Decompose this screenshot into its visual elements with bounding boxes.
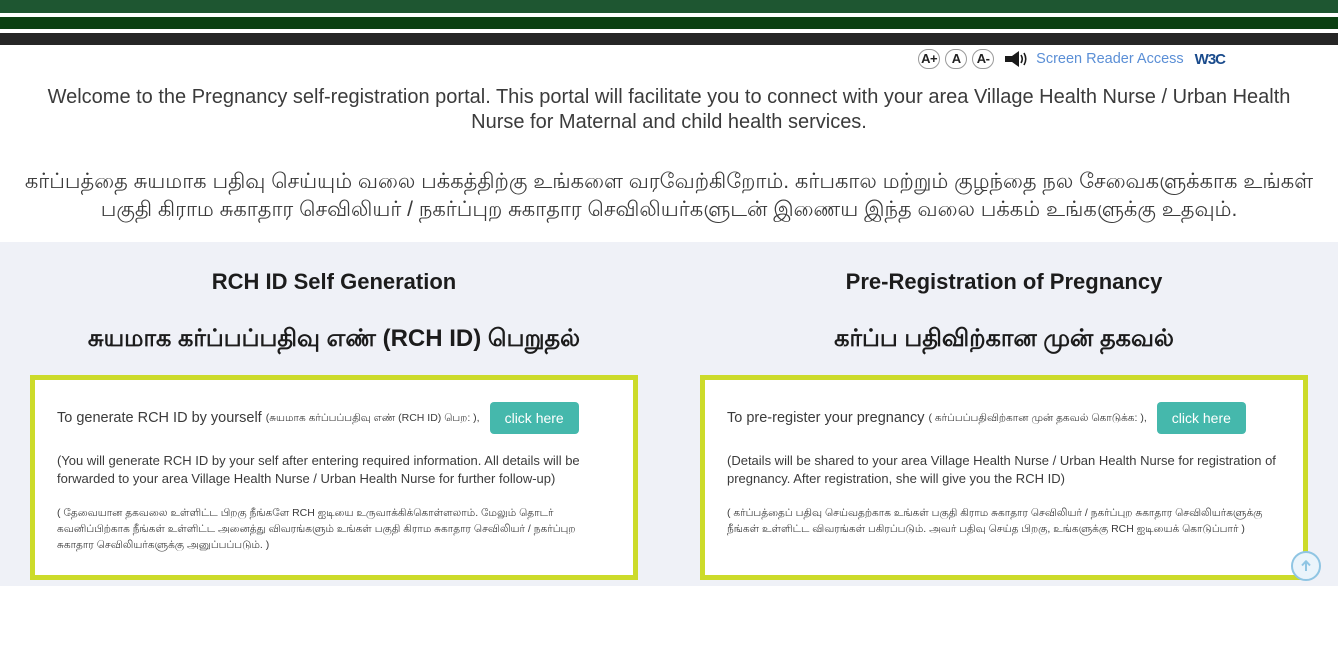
- card-title-english: Pre-Registration of Pregnancy: [845, 269, 1163, 294]
- card-lead-tamil: (சுயமாக கர்ப்பப்பதிவு எண் (RCH ID) பெற: …: [265, 412, 480, 424]
- card-note-english: (Details will be shared to your area Vil…: [727, 453, 1276, 486]
- w3c-logo-text: W3C: [1194, 50, 1226, 68]
- accessibility-bar: A+ A A- Screen Reader Access W3C: [0, 45, 1338, 73]
- cards-row: RCH ID Self Generation சுயமாக கர்ப்பப்பத…: [0, 268, 1338, 580]
- increase-font-button[interactable]: A+: [918, 49, 941, 69]
- card-lead-row: To generate RCH ID by yourself (சுயமாக க…: [57, 402, 613, 434]
- card-body: To generate RCH ID by yourself (சுயமாக க…: [30, 375, 638, 580]
- card-body: To pre-register your pregnancy ( கர்ப்பப…: [700, 375, 1308, 580]
- band-green-dark: [0, 17, 1338, 29]
- card-title-tamil: கர்ப்ப பதிவிற்கான முன் தகவல்: [834, 325, 1174, 352]
- decrease-font-button[interactable]: A-: [972, 49, 995, 69]
- welcome-text-english: Welcome to the Pregnancy self-registrati…: [47, 86, 1291, 133]
- top-decorative-bands: [0, 0, 1338, 45]
- scroll-to-top-button[interactable]: [1291, 551, 1321, 581]
- card-lead-english: To pre-register your pregnancy: [727, 410, 925, 426]
- arrow-up-icon: [1298, 558, 1314, 574]
- cards-section: RCH ID Self Generation சுயமாக கர்ப்பப்பத…: [0, 242, 1338, 586]
- card-lead-tamil: ( கர்ப்பப்பதிவிற்கான முன் தகவல் கொடுக்க:…: [928, 412, 1147, 424]
- card-title-tamil: சுயமாக கர்ப்பப்பதிவு எண் (RCH ID) பெறுதல…: [87, 325, 581, 352]
- click-here-button-self-generation[interactable]: click here: [489, 402, 579, 434]
- card-lead-english: To generate RCH ID by yourself: [57, 410, 262, 426]
- speaker-icon: [1005, 51, 1031, 67]
- card-title-english: RCH ID Self Generation: [211, 269, 457, 294]
- click-here-button-pre-registration[interactable]: click here: [1156, 402, 1246, 434]
- normal-font-button[interactable]: A: [945, 49, 968, 69]
- band-dark: [0, 33, 1338, 45]
- band-green-light: [0, 0, 1338, 13]
- screen-reader-access-link[interactable]: Screen Reader Access: [1036, 51, 1184, 67]
- card-note-english: (You will generate RCH ID by your self a…: [57, 453, 580, 486]
- card-lead-row: To pre-register your pregnancy ( கர்ப்பப…: [727, 402, 1283, 434]
- card-pre-registration-of-pregnancy: Pre-Registration of Pregnancy கர்ப்ப பதி…: [700, 268, 1308, 580]
- card-rch-id-self-generation: RCH ID Self Generation சுயமாக கர்ப்பப்பத…: [30, 268, 638, 580]
- welcome-section: Welcome to the Pregnancy self-registrati…: [0, 73, 1338, 242]
- w3c-logo: W3C: [1194, 50, 1226, 68]
- welcome-text-tamil: கர்ப்பத்தை சுயமாக பதிவு செய்யும் வலை பக்…: [24, 170, 1314, 221]
- card-note-tamil: ( தேவையான தகவலை உள்ளிட்ட பிறகு நீங்களே R…: [57, 507, 576, 551]
- card-note-tamil: ( கர்ப்பத்தைப் பதிவு செய்வதற்காக உங்கள் …: [727, 507, 1263, 535]
